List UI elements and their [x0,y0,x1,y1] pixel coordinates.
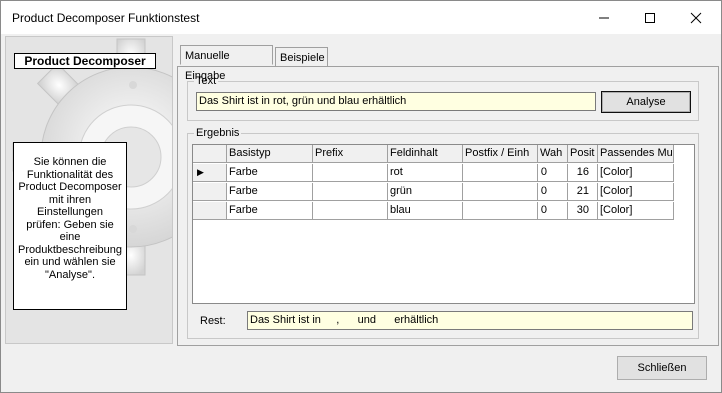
table-cell[interactable]: 30 [568,202,598,220]
row-header[interactable] [193,202,227,220]
grid-corner-header [193,145,227,163]
close-dialog-button[interactable]: Schließen [617,356,707,380]
minimize-icon [599,17,609,18]
table-cell[interactable] [463,183,538,201]
maximize-button[interactable] [627,1,673,34]
table-cell[interactable] [463,202,538,220]
column-header[interactable]: Posit [568,145,598,163]
table-cell[interactable] [313,183,388,201]
close-icon [690,12,702,23]
close-button[interactable] [673,1,719,34]
table-cell[interactable]: 16 [568,164,598,182]
rest-field[interactable]: Das Shirt ist in , und erhältlich [247,311,693,330]
analyse-button[interactable]: Analyse [601,91,691,113]
row-header[interactable]: ▶ [193,164,227,182]
table-cell[interactable]: [Color] [598,202,674,220]
table-cell[interactable]: rot [388,164,463,182]
table-cell[interactable] [463,164,538,182]
info-text: Sie können die Funktionalität des Produc… [13,142,127,310]
column-header[interactable]: Feldinhalt [388,145,463,163]
title-bar: Product Decomposer Funktionstest [1,1,721,34]
column-header[interactable]: Basistyp [227,145,313,163]
brand-label: Product Decomposer [14,53,156,69]
window-title: Product Decomposer Funktionstest [12,11,200,25]
analyse-button-label: Analyse [626,96,666,108]
left-info-panel: Product Decomposer Sie können die Funkti… [5,36,173,344]
rest-label: Rest: [200,315,226,327]
maximize-icon [645,12,655,23]
column-header[interactable]: Postfix / Einh [463,145,538,163]
table-cell[interactable]: Farbe [227,164,313,182]
table-cell[interactable]: 0 [538,164,568,182]
table-cell[interactable] [313,202,388,220]
tab-manuelle-eingabe[interactable]: Manuelle Eingabe [180,45,273,82]
table-cell[interactable]: [Color] [598,164,674,182]
column-header[interactable]: Wah [538,145,568,163]
tab-label: Manuelle Eingabe [185,50,230,82]
close-dialog-label: Schließen [637,362,687,374]
result-grid[interactable]: Basistyp Prefix Feldinhalt Postfix / Ein… [192,144,695,304]
column-header[interactable]: Prefix [313,145,388,163]
text-input[interactable]: Das Shirt ist in rot, grün und blau erhä… [196,92,596,111]
table-cell[interactable] [313,164,388,182]
table-cell[interactable]: 0 [538,202,568,220]
table-cell[interactable]: blau [388,202,463,220]
table-cell[interactable]: grün [388,183,463,201]
current-row-icon: ▶ [197,167,204,177]
row-header[interactable] [193,183,227,201]
footer-bar [1,346,721,392]
table-cell[interactable]: Farbe [227,183,313,201]
table-cell[interactable]: Farbe [227,202,313,220]
result-group-label: Ergebnis [194,127,242,140]
tab-label: Beispiele [280,52,325,64]
column-header[interactable]: Passendes Mu [598,145,674,163]
dialog-window: Product Decomposer Funktionstest Product… [0,0,722,393]
table-cell[interactable]: 21 [568,183,598,201]
tab-beispiele[interactable]: Beispiele [275,47,328,67]
minimize-button[interactable] [581,1,627,34]
table-cell[interactable]: 0 [538,183,568,201]
table-cell[interactable]: [Color] [598,183,674,201]
